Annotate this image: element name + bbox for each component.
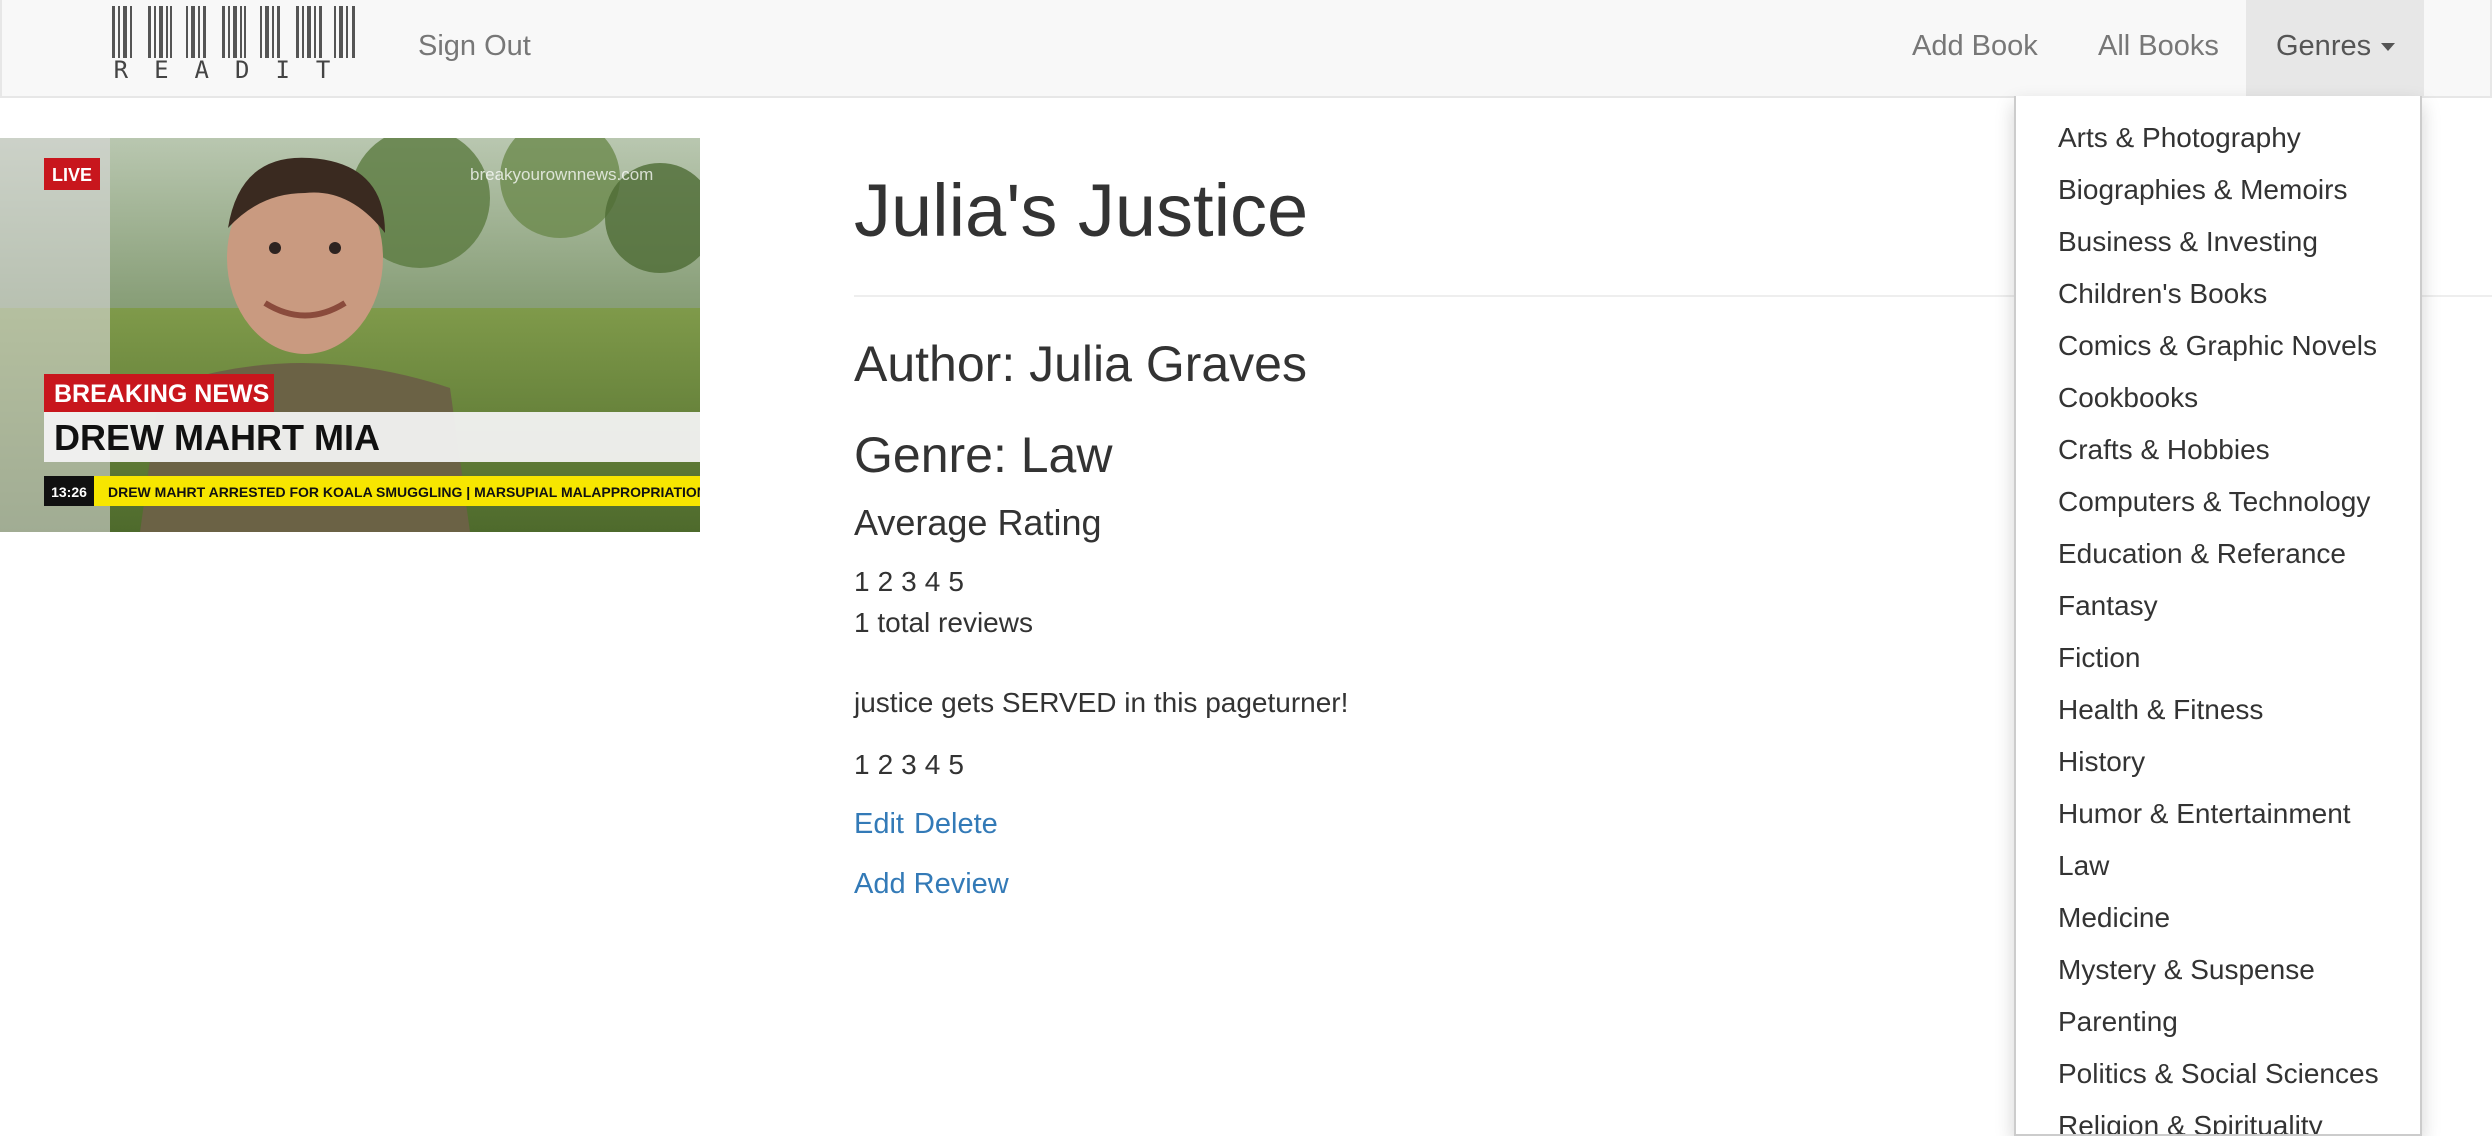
all-books-link[interactable]: All Books (2068, 0, 2249, 96)
genre-item-arts-photography[interactable]: Arts & Photography (2016, 112, 2420, 164)
cover-graphic: LIVE breakyourownnews.com BREAKING NEWS … (0, 138, 700, 532)
genres-dropdown-toggle[interactable]: Genres (2246, 0, 2424, 96)
average-star-3: 3 (901, 566, 917, 597)
review-text: justice gets SERVED in this pageturner! (854, 687, 1349, 718)
sign-out-link[interactable]: Sign Out (388, 0, 561, 96)
add-review-link[interactable]: Add Review (854, 868, 1009, 901)
watermark-text: breakyourownnews.com (470, 165, 653, 184)
genre-item-fiction[interactable]: Fiction (2016, 632, 2420, 684)
average-star-4: 4 (924, 566, 941, 597)
genre-item-biographies-memoirs[interactable]: Biographies & Memoirs (2016, 164, 2420, 216)
genres-label: Genres (2276, 30, 2372, 62)
genre-item-education-referance[interactable]: Education & Referance (2016, 528, 2420, 580)
barcode-icon (112, 6, 355, 58)
navbar: READIT Sign Out Add Book All Books Genre… (0, 0, 2492, 98)
genre-item-health-fitness[interactable]: Health & Fitness (2016, 684, 2420, 736)
total-reviews: 1 total reviews (854, 607, 1033, 638)
genre-item-politics-social-sciences[interactable]: Politics & Social Sciences (2016, 1048, 2420, 1100)
average-star-5: 5 (948, 566, 964, 597)
review-star-4: 4 (924, 749, 941, 780)
genre-item-history[interactable]: History (2016, 736, 2420, 788)
review-actions: Edit Delete (854, 808, 1008, 841)
review-rating-stars: 12345 (854, 749, 972, 781)
genre-item-medicine[interactable]: Medicine (2016, 892, 2420, 944)
genre-item-mystery-suspense[interactable]: Mystery & Suspense (2016, 944, 2420, 996)
genre-item-humor-entertainment[interactable]: Humor & Entertainment (2016, 788, 2420, 840)
ticker-text: DREW MAHRT ARRESTED FOR KOALA SMUGGLING … (108, 484, 700, 500)
average-rating-heading: Average Rating (854, 502, 1102, 543)
caret-down-icon (2381, 43, 2396, 52)
genre-item-comics-graphic-novels[interactable]: Comics & Graphic Novels (2016, 320, 2420, 372)
review-star-1: 1 (854, 749, 870, 780)
review-star-5: 5 (948, 749, 964, 780)
average-rating-stars: 12345 (854, 566, 972, 598)
genre-item-business-investing[interactable]: Business & Investing (2016, 216, 2420, 268)
book-cover-image: LIVE breakyourownnews.com BREAKING NEWS … (0, 138, 700, 532)
headline-text: DREW MAHRT MIA (54, 417, 380, 458)
genre-item-computers-technology[interactable]: Computers & Technology (2016, 476, 2420, 528)
genre-item-law[interactable]: Law (2016, 840, 2420, 892)
live-badge: LIVE (52, 165, 92, 185)
genre-item-parenting[interactable]: Parenting (2016, 996, 2420, 1048)
genre-item-fantasy[interactable]: Fantasy (2016, 580, 2420, 632)
edit-review-link[interactable]: Edit (854, 808, 904, 840)
delete-review-link[interactable]: Delete (914, 808, 998, 840)
author-line: Author: Julia Graves (854, 336, 1307, 392)
review-star-3: 3 (901, 749, 917, 780)
genre-item-cookbooks[interactable]: Cookbooks (2016, 372, 2420, 424)
genre-line: Genre: Law (854, 427, 1113, 483)
average-star-1: 1 (854, 566, 870, 597)
brand-text: READIT (113, 56, 357, 84)
add-book-link[interactable]: Add Book (1882, 0, 2068, 96)
genre-item-crafts-hobbies[interactable]: Crafts & Hobbies (2016, 424, 2420, 476)
genres-dropdown-menu: Arts & Photography Biographies & Memoirs… (2014, 96, 2422, 1136)
genre-item-childrens-books[interactable]: Children's Books (2016, 268, 2420, 320)
average-star-2: 2 (877, 566, 894, 597)
review-star-2: 2 (877, 749, 894, 780)
genre-item-religion-spirituality[interactable]: Religion & Spirituality (2016, 1100, 2420, 1134)
breaking-news-label: BREAKING NEWS (54, 380, 269, 408)
time-label: 13:26 (51, 484, 87, 500)
brand-logo[interactable]: READIT (112, 6, 358, 86)
